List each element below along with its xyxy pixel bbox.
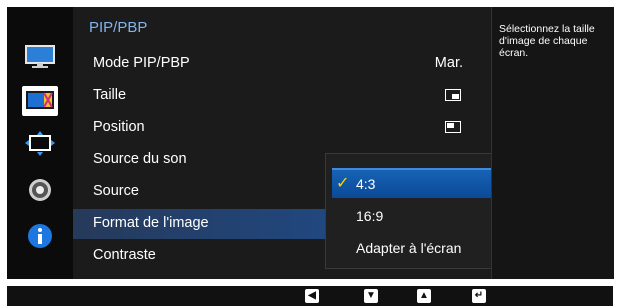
menu-item-mode-pip-pbp[interactable]: Mode PIP/PBP Mar. [73,49,473,79]
info-icon[interactable] [22,221,58,251]
size-position-icon[interactable] [22,129,58,159]
pip-pbp-menu: PIP/PBP Mode PIP/PBP Mar. Taille Positio… [73,7,541,279]
menu-item-label: Source [93,183,139,199]
help-panel: Sélectionnez la taille d'image de chaque… [491,7,614,279]
menu-item-value: Mar. [434,55,463,71]
sidebar [7,7,73,279]
menu-item-position[interactable]: Position [73,113,473,143]
option-label: Adapter à l'écran [356,240,462,256]
pip-position-icon [445,121,461,133]
menu-item-label: Source du son [93,151,187,167]
menu-item-label: Contraste [93,247,156,263]
settings-icon[interactable] [22,175,58,205]
left-arrow-icon[interactable]: ◀ [305,289,319,303]
menu-item-label: Format de l'image [93,215,209,231]
option-label: 4:3 [356,176,376,192]
option-label: 16:9 [356,208,384,224]
up-arrow-icon[interactable]: ▲ [417,289,431,303]
menu-title: PIP/PBP [89,19,148,36]
pip-size-icon [445,89,461,101]
menu-item-taille[interactable]: Taille [73,81,473,111]
help-text: Sélectionnez la taille d'image de chaque… [499,23,595,59]
menu-item-label: Mode PIP/PBP [93,55,190,71]
footer-bar: ◀ ▼ ▲ ↵ [7,286,613,306]
color-icon[interactable] [22,86,58,116]
down-arrow-icon[interactable]: ▼ [364,289,378,303]
menu-item-label: Taille [93,87,127,103]
picture-icon[interactable] [22,42,58,72]
checkmark-icon: ✓ [336,175,350,192]
menu-item-label: Position [93,119,145,135]
enter-icon[interactable]: ↵ [472,289,486,303]
osd-menu: PIP/PBP Mode PIP/PBP Mar. Taille Positio… [7,7,614,279]
